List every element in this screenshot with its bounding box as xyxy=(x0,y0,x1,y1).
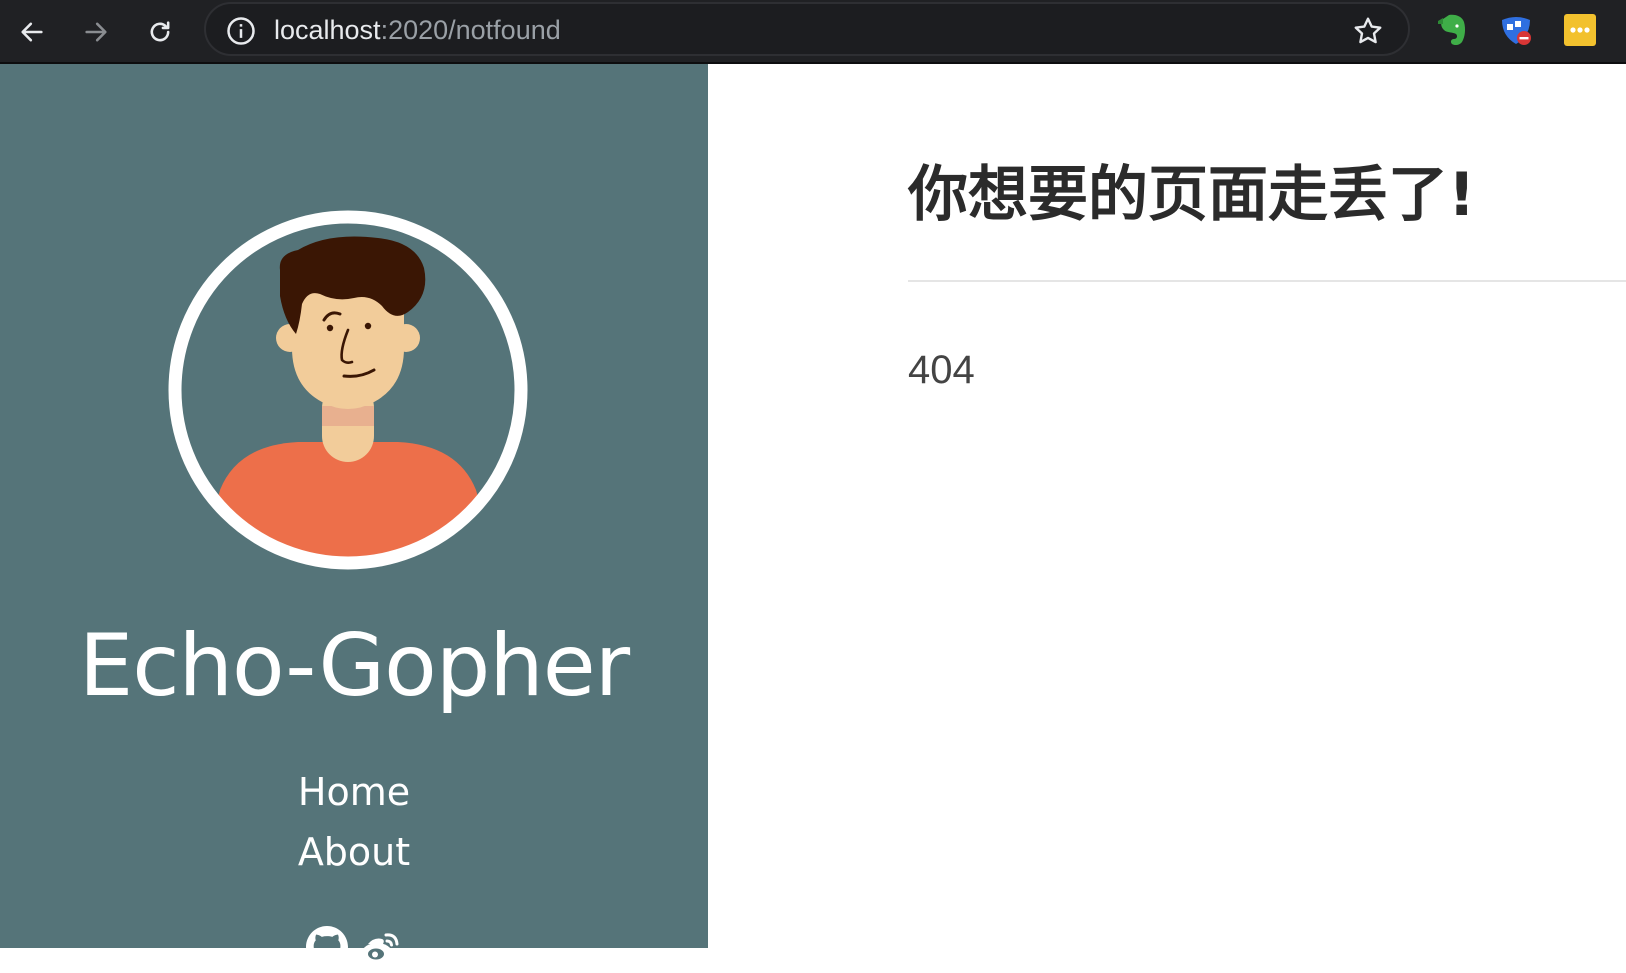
sidebar-nav: Home About xyxy=(0,762,708,882)
weibo-icon xyxy=(362,933,399,963)
browser-toolbar: localhost:2020/notfound xyxy=(0,0,1626,64)
back-button[interactable] xyxy=(8,8,56,56)
reload-icon xyxy=(150,21,170,42)
heading-divider xyxy=(908,280,1626,282)
dots-extension-button[interactable] xyxy=(1560,10,1600,50)
page-heading: 你想要的页面走丢了! xyxy=(908,160,1476,230)
avatar xyxy=(168,210,528,570)
sidebar: Echo-Gopher Home About xyxy=(0,64,708,967)
social-links xyxy=(0,926,708,968)
adblock-extension-button[interactable] xyxy=(1496,10,1536,50)
github-icon xyxy=(306,926,348,967)
address-bar[interactable]: localhost:2020/notfound xyxy=(204,2,1410,56)
info-icon[interactable] xyxy=(226,16,256,46)
error-code: 404 xyxy=(908,348,975,392)
main-content: 你想要的页面走丢了! 404 xyxy=(708,64,1626,948)
nav-link-about[interactable]: About xyxy=(0,822,708,882)
site-title[interactable]: Echo-Gopher xyxy=(0,610,708,722)
reload-button[interactable] xyxy=(136,8,184,56)
forward-button[interactable] xyxy=(72,8,120,56)
star-icon[interactable] xyxy=(1352,15,1384,47)
url-text[interactable]: localhost:2020/notfound xyxy=(274,13,561,47)
dots-extension-icon xyxy=(1564,14,1596,46)
evernote-icon xyxy=(1438,14,1466,46)
url-path: :2020/notfound xyxy=(380,15,561,45)
adblock-icon xyxy=(1502,17,1531,45)
forward-arrow-icon xyxy=(85,22,107,42)
evernote-extension-button[interactable] xyxy=(1432,10,1472,50)
url-host: localhost xyxy=(274,15,381,45)
github-link[interactable] xyxy=(306,926,348,968)
back-arrow-icon xyxy=(21,22,43,42)
nav-link-home[interactable]: Home xyxy=(0,762,708,822)
weibo-link[interactable] xyxy=(360,926,402,968)
